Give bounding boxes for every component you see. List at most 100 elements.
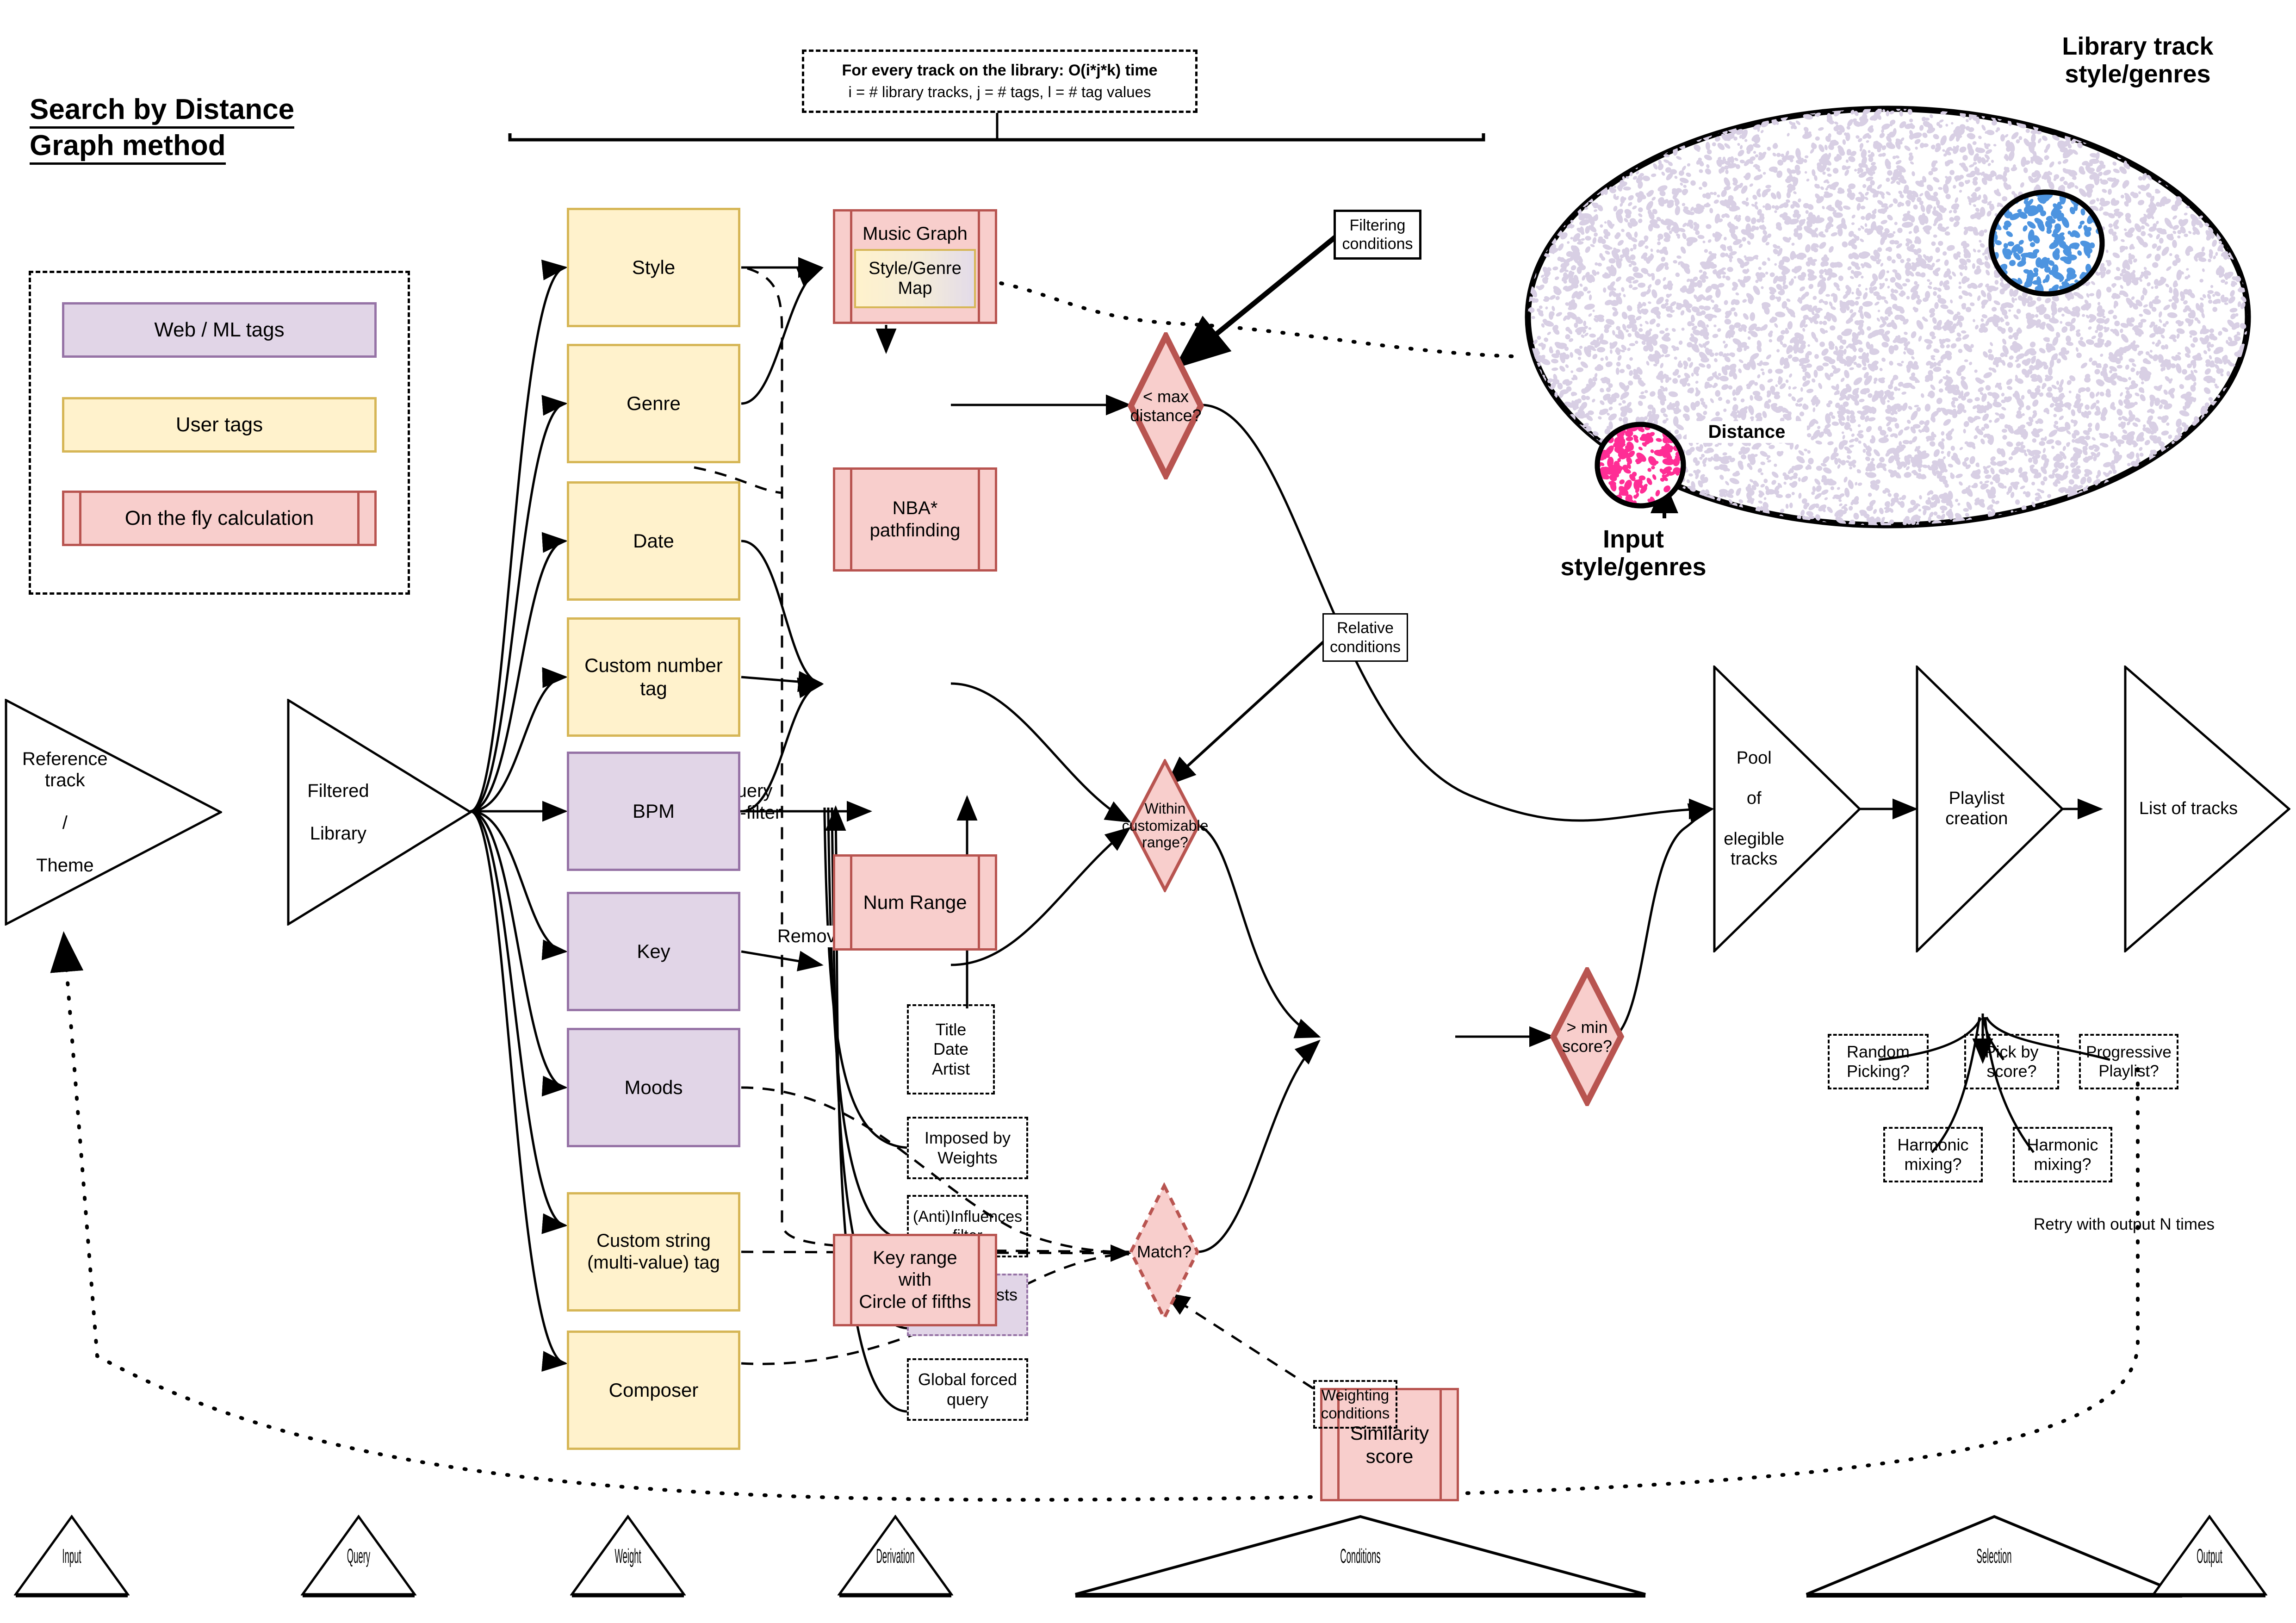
- decision-max-distance: < max distance?: [1128, 332, 1204, 479]
- tag-composer: Composer: [567, 1331, 740, 1450]
- tag-label-custom-string-tag: Custom string (multi-value) tag: [587, 1230, 720, 1273]
- option-line-1: Harmonic: [2027, 1135, 2098, 1154]
- list-of-tracks-label: List of tracks: [2139, 799, 2238, 819]
- prefilter-line-3: Artist: [931, 1059, 970, 1078]
- page-title: Search by Distance Graph method: [30, 93, 295, 165]
- prefilter-line-2: Weights: [937, 1148, 998, 1167]
- phase-selection: Selection: [1805, 1515, 2184, 1598]
- legend-label-user-tags: User tags: [175, 413, 263, 436]
- tag-key: Key: [567, 892, 740, 1011]
- decision-match-label: Match?: [1136, 1242, 1192, 1262]
- option-line-1: Random: [1846, 1042, 1910, 1061]
- reference-track-label: Reference track / Theme: [22, 749, 108, 876]
- tag-label-bpm: BPM: [632, 800, 675, 822]
- nba-pathfinding-label: NBA* pathfinding: [869, 498, 961, 541]
- phase-label: Weight: [614, 1545, 641, 1567]
- phase-input: Input: [14, 1515, 130, 1598]
- playlist-creation-node: Playlist creation: [1916, 665, 2064, 952]
- tag-label-moods: Moods: [624, 1076, 683, 1099]
- selection-option-harmonic-mixing-1: Harmonic mixing?: [1883, 1127, 1983, 1182]
- prefilter-title-date-artist: Title Date Artist: [907, 1004, 995, 1094]
- key-range-label: Key range with Circle of fifths: [859, 1248, 971, 1312]
- phase-label: Query: [347, 1545, 371, 1567]
- prefilter-line-1: Global forced: [918, 1370, 1018, 1389]
- phase-conditions: Conditions: [1074, 1515, 1647, 1598]
- style-genre-map-label: Style/Genre Map: [869, 259, 962, 298]
- option-line-2: mixing?: [2034, 1155, 2091, 1174]
- library-track-style-genres-label: Library track style/genres: [2027, 32, 2249, 88]
- option-line-2: mixing?: [1904, 1155, 1962, 1174]
- title-line-2: Graph method: [30, 129, 226, 165]
- relative-conditions-box: Relative conditions: [1322, 613, 1408, 662]
- decision-min-score: > min score?: [1550, 967, 1624, 1106]
- list-of-tracks-node: List of tracks: [2124, 665, 2290, 952]
- distance-label: Distance: [1687, 421, 1807, 443]
- selection-option-harmonic-mixing-2: Harmonic mixing?: [2013, 1127, 2112, 1182]
- title-line-1: Search by Distance: [30, 93, 295, 129]
- playlist-creation-label: Playlist creation: [1945, 789, 2008, 828]
- similarity-score-label: Similarity score: [1350, 1422, 1429, 1467]
- tag-custom-string-tag: Custom string (multi-value) tag: [567, 1192, 740, 1312]
- option-line-2: score?: [1986, 1062, 2037, 1081]
- pool-label: Pool of elegible tracks: [1724, 748, 1785, 869]
- tag-moods: Moods: [567, 1028, 740, 1147]
- legend-label-web-ml-tags: Web / ML tags: [154, 318, 285, 342]
- phase-label: Output: [2197, 1545, 2222, 1567]
- option-line-1: Progressive: [2086, 1043, 2172, 1061]
- retry-label: Retry with output N times: [2034, 1215, 2215, 1233]
- tag-label-composer: Composer: [608, 1379, 699, 1401]
- selection-option-random-picking: Random Picking?: [1828, 1034, 1929, 1089]
- tag-label-date: Date: [633, 530, 674, 552]
- selection-option-pick-by-score: Pick by score?: [1964, 1034, 2059, 1089]
- phase-query: Query: [301, 1515, 416, 1598]
- tag-label-custom-number-tag: Custom number tag: [584, 654, 723, 699]
- derivation-nba-pathfinding: NBA* pathfinding: [833, 467, 997, 572]
- tag-genre: Genre: [567, 344, 740, 463]
- tag-custom-number-tag: Custom number tag: [567, 617, 740, 737]
- legend-item-on-the-fly-calculation: On the fly calculation: [62, 491, 377, 546]
- complexity-note-line-2: i = # library tracks, j = # tags, l = # …: [848, 83, 1151, 101]
- filtered-library-label: Filtered Library: [307, 781, 369, 844]
- decision-match: Match?: [1128, 1182, 1201, 1321]
- tag-style: Style: [567, 208, 740, 327]
- prefilter-imposed-by-weights: Imposed by Weights: [907, 1117, 1028, 1179]
- option-line-2: Playlist?: [2098, 1062, 2159, 1080]
- prefilter-line-1: Imposed by: [924, 1128, 1011, 1148]
- prefilter-global-forced-query: Global forced query: [907, 1358, 1028, 1421]
- legend: Web / ML tags User tags On the fly calcu…: [29, 271, 410, 595]
- weighting-conditions-line-1: Weighting: [1321, 1386, 1390, 1404]
- pool-of-eligible-tracks-node: Pool of elegible tracks: [1713, 665, 1861, 952]
- num-range-label: Num Range: [863, 891, 967, 914]
- legend-label-on-the-fly-calculation: On the fly calculation: [124, 507, 314, 530]
- phase-label: Derivation: [876, 1545, 915, 1567]
- phase-label: Selection: [1976, 1545, 2012, 1567]
- reference-track-node: Reference track / Theme: [5, 699, 222, 926]
- prefilter-line-2: query: [946, 1389, 989, 1409]
- tag-bpm: BPM: [567, 752, 740, 871]
- decision-min-score-label: > min score?: [1562, 1017, 1613, 1056]
- style-genre-map-chip: Style/Genre Map: [854, 249, 976, 308]
- phase-weight: Weight: [570, 1515, 686, 1598]
- decision-within-range-label: Within customizable range?: [1122, 800, 1209, 851]
- relative-conditions-line-1: Relative: [1337, 619, 1394, 637]
- diagram-canvas: Search by Distance Graph method Web / ML…: [0, 0, 2296, 1623]
- phase-label: Input: [62, 1545, 81, 1567]
- complexity-note-line-1: For every track on the library: O(i*j*k)…: [842, 61, 1158, 79]
- tag-date: Date: [567, 481, 740, 601]
- decision-within-range: Within customizable range?: [1122, 759, 1208, 892]
- derivation-music-graph: Music Graph Style/Genre Map: [833, 209, 997, 324]
- legend-item-web-ml-tags: Web / ML tags: [62, 302, 377, 358]
- phase-output: Output: [2152, 1515, 2267, 1598]
- input-style-genres-label: Input style/genres: [1532, 525, 1735, 581]
- filtering-conditions-line-1: Filtering: [1349, 216, 1406, 234]
- prefilter-line-1: (Anti)Influences: [912, 1208, 1023, 1226]
- filtering-conditions-box: Filtering conditions: [1334, 210, 1421, 260]
- option-line-1: Harmonic: [1897, 1135, 1969, 1154]
- tag-label-genre: Genre: [627, 392, 681, 415]
- derivation-key-range: Key range with Circle of fifths: [833, 1234, 997, 1326]
- tag-label-style: Style: [632, 256, 676, 279]
- prefilter-line-1: Title: [935, 1020, 967, 1039]
- filtered-library-node: Filtered Library: [287, 699, 472, 926]
- derivation-num-range: Num Range: [833, 854, 997, 951]
- phase-derivation: Derivation: [838, 1515, 953, 1598]
